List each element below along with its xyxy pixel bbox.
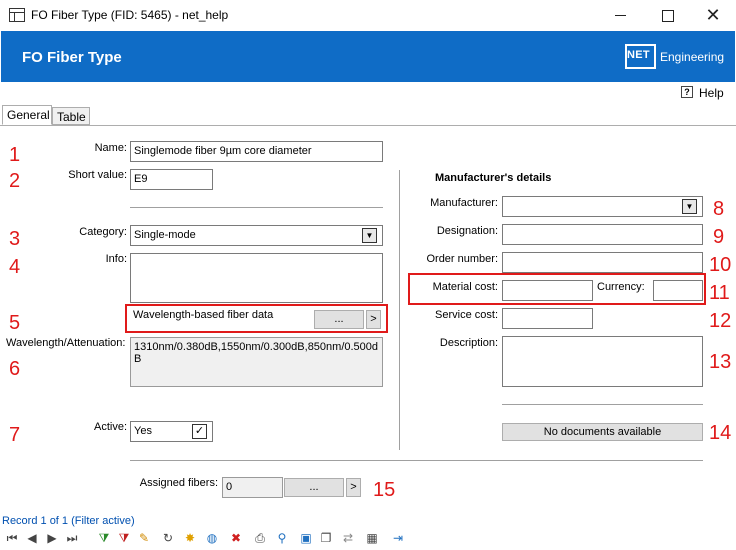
- copy-icon[interactable]: ❐: [318, 530, 334, 546]
- last-record-icon[interactable]: ⏭: [64, 530, 80, 546]
- designation-input[interactable]: [502, 224, 703, 245]
- search-icon[interactable]: ⚲: [274, 530, 290, 546]
- new-icon[interactable]: ✸: [182, 530, 198, 546]
- annotation-2: 2: [9, 170, 21, 192]
- category-label: Category:: [79, 226, 127, 238]
- name-input[interactable]: Singlemode fiber 9µm core diameter: [130, 141, 383, 162]
- category-select[interactable]: Single-mode: [130, 225, 383, 246]
- short-value-input[interactable]: E9: [130, 169, 213, 190]
- short-value-label: Short value:: [68, 169, 127, 181]
- divider: [502, 404, 703, 405]
- designation-label: Designation:: [436, 225, 498, 237]
- next-record-icon[interactable]: ▶: [44, 530, 60, 546]
- tab-general[interactable]: General: [2, 105, 52, 125]
- annotation-10: 10: [709, 254, 732, 276]
- help-icon[interactable]: ?: [681, 86, 693, 98]
- delete-icon[interactable]: ✖: [228, 530, 244, 546]
- service-cost-label: Service cost:: [435, 309, 498, 321]
- annotation-7: 7: [9, 424, 21, 446]
- tab-table[interactable]: Table: [52, 107, 90, 125]
- close-button[interactable]: ✕: [690, 0, 736, 31]
- annotation-15: 15: [373, 479, 396, 501]
- previous-record-icon[interactable]: ◀: [24, 530, 40, 546]
- page-title: FO Fiber Type: [22, 49, 122, 66]
- annotation-3: 3: [9, 228, 21, 250]
- record-status: Record 1 of 1 (Filter active): [2, 515, 135, 527]
- annotation-9: 9: [713, 226, 725, 248]
- order-number-label: Order number:: [426, 253, 498, 265]
- wavelength-label: Wavelength/Attenuation:: [6, 337, 126, 349]
- first-record-icon[interactable]: ⏮: [4, 530, 20, 546]
- wavelength-data-label: Wavelength-based fiber data: [133, 309, 274, 321]
- web-icon[interactable]: ◍: [204, 530, 220, 546]
- divider: [130, 207, 383, 208]
- window-title: FO Fiber Type (FID: 5465) - net_help: [31, 8, 229, 22]
- annotation-1: 1: [9, 144, 21, 166]
- logo-net-text: NET: [627, 49, 650, 61]
- tab-divider: [0, 125, 736, 126]
- add-filter-icon[interactable]: ⧩: [96, 530, 112, 546]
- manufacturer-section-title: Manufacturer's details: [435, 172, 552, 184]
- logo-engineering-text: Engineering: [660, 50, 725, 64]
- annotation-5: 5: [9, 312, 21, 334]
- edit-icon[interactable]: ✎: [136, 530, 152, 546]
- active-checkbox[interactable]: ✓: [192, 424, 207, 439]
- help-link[interactable]: Help: [699, 86, 724, 100]
- currency-label: Currency:: [597, 281, 645, 293]
- assigned-fibers-label: Assigned fibers:: [139, 477, 218, 489]
- app-table-icon: [9, 8, 25, 22]
- material-cost-input[interactable]: [502, 280, 593, 301]
- annotation-11: 11: [709, 282, 730, 304]
- wavelength-attenuation-field: 1310nm/0.380dB,1550nm/0.300dB,850nm/0.50…: [130, 337, 383, 387]
- wavelength-data-button[interactable]: ...: [314, 310, 364, 329]
- print-icon[interactable]: ⎙: [252, 530, 268, 546]
- maximize-button[interactable]: [644, 0, 690, 31]
- wavelength-value-line2: B: [134, 353, 142, 365]
- currency-input[interactable]: [653, 280, 703, 301]
- wavelength-value-line1: 1310nm/0.380dB,1550nm/0.300dB,850nm/0.50…: [134, 341, 379, 353]
- divider: [130, 460, 703, 461]
- select-icon[interactable]: ▣: [298, 530, 314, 546]
- annotation-13: 13: [709, 351, 732, 373]
- annotation-6: 6: [9, 358, 21, 380]
- exit-icon[interactable]: ⇥: [390, 530, 406, 546]
- description-label: Description:: [439, 337, 498, 349]
- assigned-fibers-field: 0: [222, 477, 283, 498]
- material-cost-label: Material cost:: [432, 281, 498, 293]
- manufacturer-label: Manufacturer:: [430, 197, 498, 209]
- active-label: Active:: [93, 421, 127, 433]
- table-icon[interactable]: ▦: [364, 530, 380, 546]
- annotation-14: 14: [709, 422, 732, 444]
- chevron-down-icon[interactable]: ▼: [362, 228, 377, 243]
- documents-button[interactable]: No documents available: [502, 423, 703, 441]
- assigned-fibers-arrow-button[interactable]: >: [346, 478, 361, 497]
- service-cost-input[interactable]: [502, 308, 593, 329]
- description-textarea[interactable]: [502, 336, 703, 387]
- manufacturer-select[interactable]: [502, 196, 703, 217]
- assigned-fibers-button[interactable]: ...: [284, 478, 344, 497]
- info-textarea[interactable]: [130, 253, 383, 303]
- wavelength-data-arrow-button[interactable]: >: [366, 310, 381, 329]
- chevron-down-icon[interactable]: ▼: [682, 199, 697, 214]
- refresh-icon[interactable]: ↻: [160, 530, 176, 546]
- link-icon[interactable]: ⇄: [340, 530, 356, 546]
- name-label: Name:: [94, 142, 127, 154]
- remove-filter-icon[interactable]: ⧩: [116, 530, 132, 546]
- info-label: Info:: [105, 253, 127, 265]
- annotation-4: 4: [9, 256, 21, 278]
- annotation-8: 8: [713, 198, 725, 220]
- annotation-12: 12: [709, 310, 732, 332]
- minimize-button[interactable]: [598, 0, 644, 31]
- order-number-input[interactable]: [502, 252, 703, 273]
